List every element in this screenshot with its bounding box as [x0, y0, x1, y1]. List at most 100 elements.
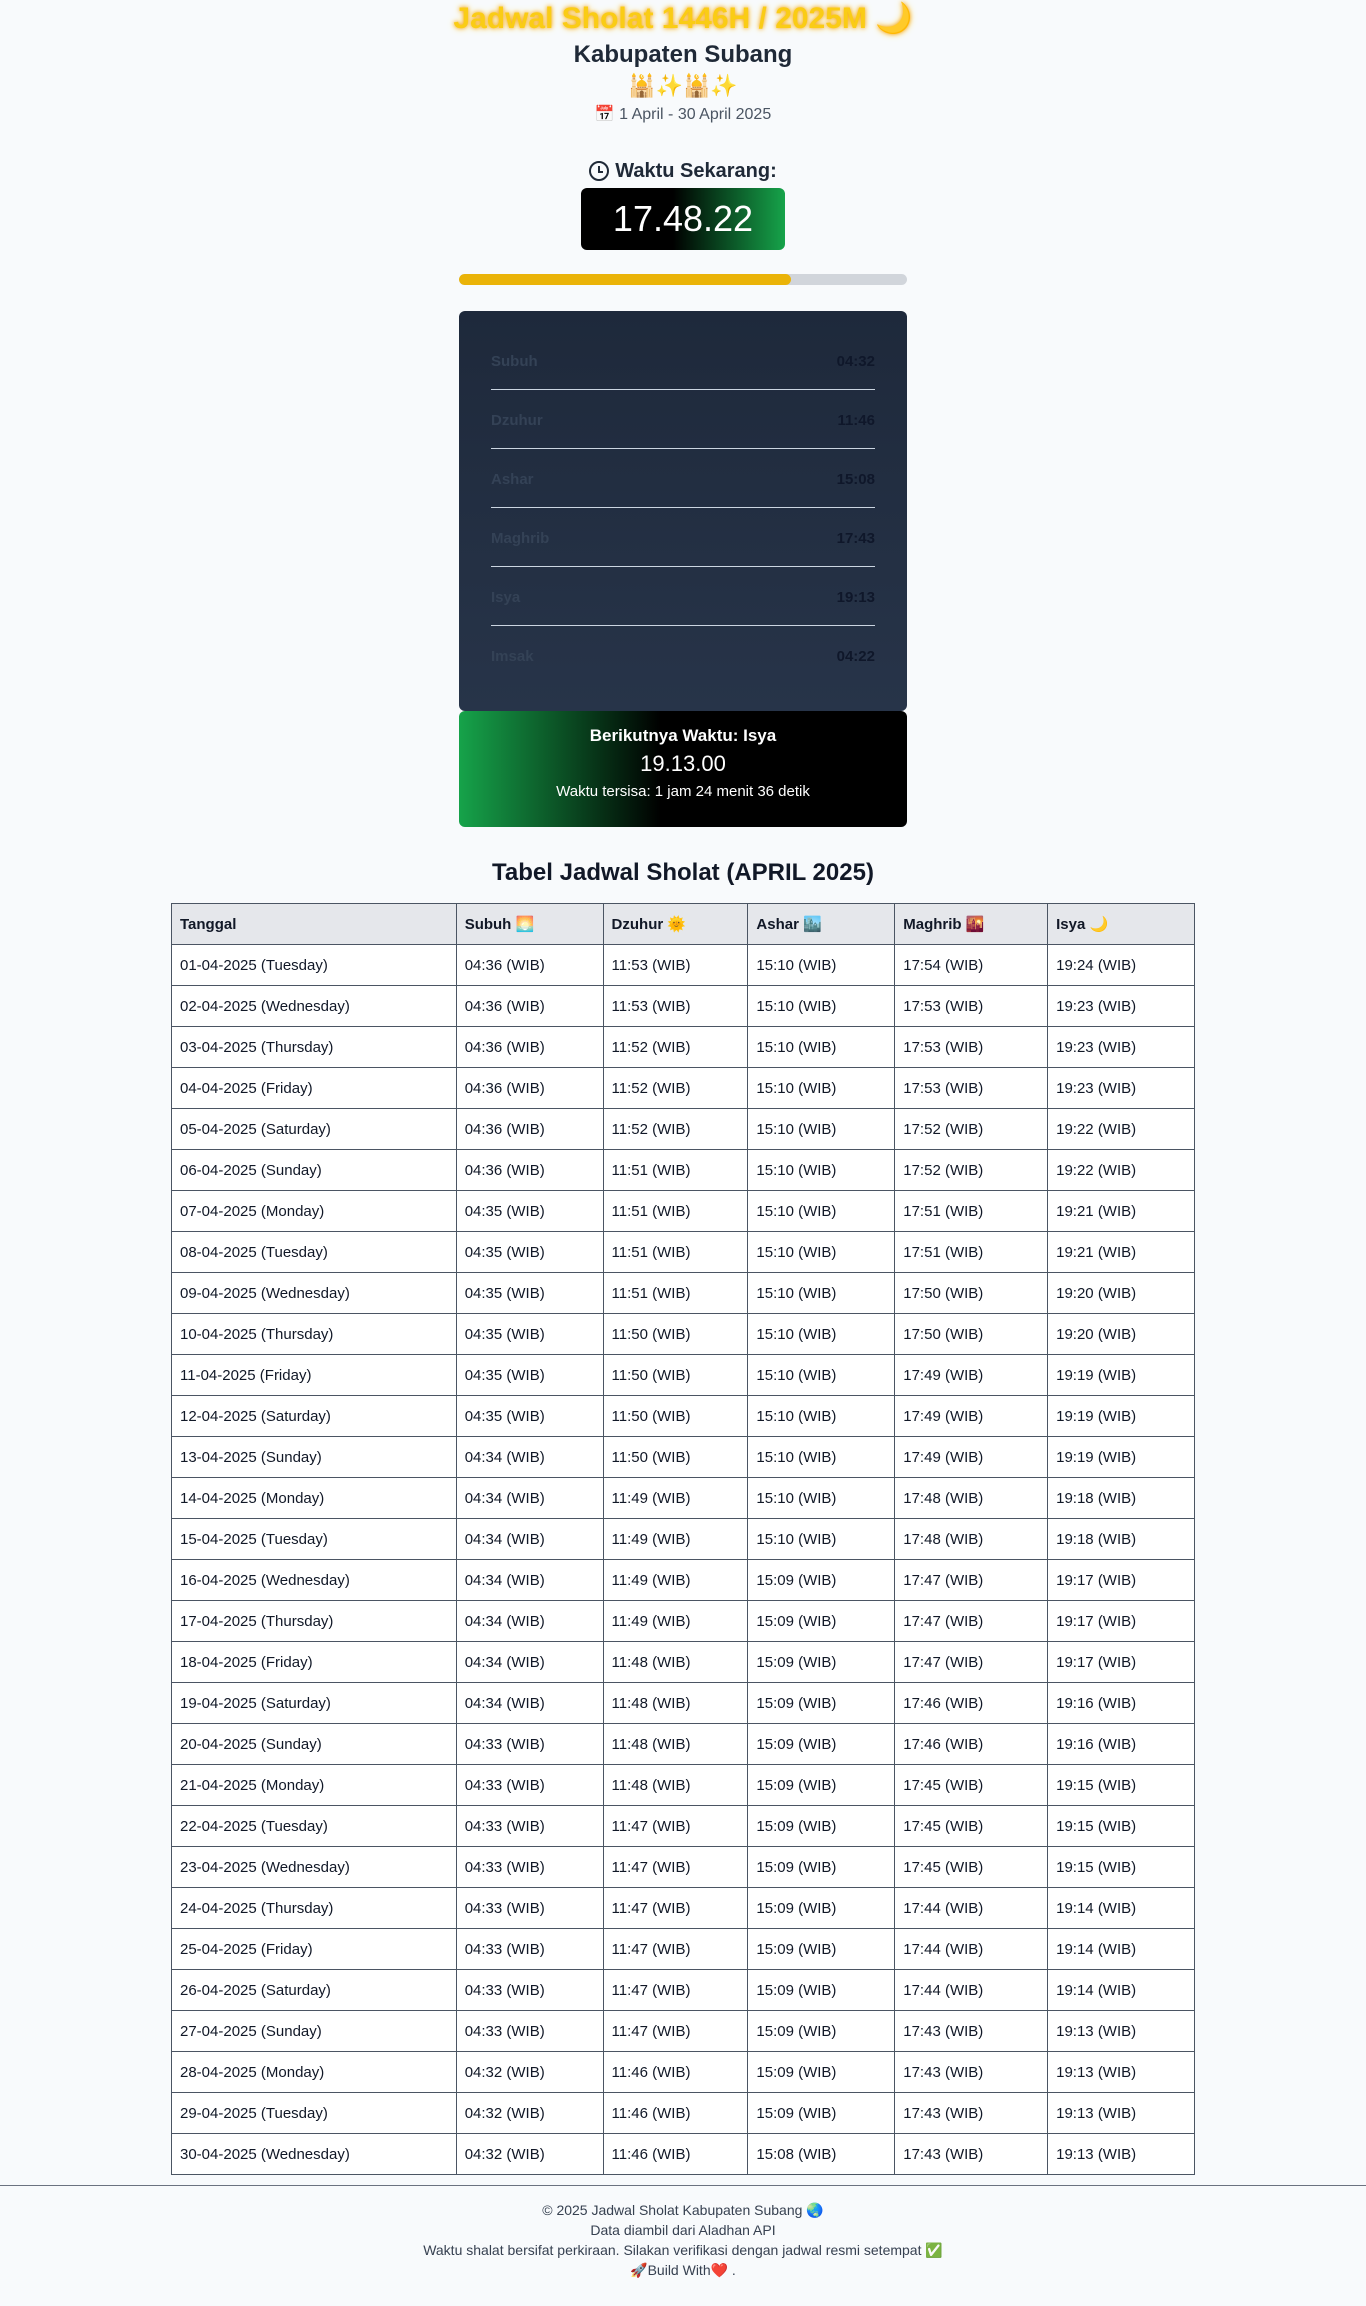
table-row: 21-04-2025 (Monday) 04:33 (WIB) 11:48 (WIB…	[171, 1764, 1195, 1806]
prayer-name: Maghrib	[491, 529, 550, 547]
table-cell: 19:13 (WIB)	[1047, 2092, 1195, 2134]
table-cell: 15:09 (WIB)	[747, 1559, 896, 1601]
table-cell: 04:35 (WIB)	[455, 1395, 604, 1437]
table-cell: 04:35 (WIB)	[455, 1190, 604, 1232]
footer-build: 🚀Build With❤️ .	[630, 2262, 736, 2278]
page: Jadwal Sholat 1446H / 2025M 🌙 Kabupaten …	[0, 0, 1366, 2280]
table-cell: 17:46 (WIB)	[894, 1682, 1049, 1724]
table-cell: 19:21 (WIB)	[1047, 1190, 1195, 1232]
header-isya: Isya 🌙	[1047, 903, 1195, 945]
table-cell: 19:20 (WIB)	[1047, 1313, 1195, 1355]
table-cell: 15:10 (WIB)	[747, 1313, 896, 1355]
current-time-display: 17.48.22	[581, 188, 785, 250]
table-row: 05-04-2025 (Saturday) 04:36 (WIB) 11:52 (W…	[171, 1108, 1195, 1150]
table-row: 25-04-2025 (Friday) 04:33 (WIB) 11:47 (WIB…	[171, 1928, 1195, 1970]
table-cell: 19:13 (WIB)	[1047, 2133, 1195, 2175]
table-cell: 17:43 (WIB)	[894, 2051, 1049, 2093]
table-cell: 15:09 (WIB)	[747, 1887, 896, 1929]
prayer-name: Subuh	[491, 352, 538, 370]
table-cell: 04:33 (WIB)	[455, 1928, 604, 1970]
table-cell: 15:09 (WIB)	[747, 1764, 896, 1806]
table-cell: 15:09 (WIB)	[747, 2092, 896, 2134]
prayer-time: 04:22	[836, 648, 875, 665]
table-cell: 04:36 (WIB)	[455, 944, 604, 986]
table-cell: 15:09 (WIB)	[747, 1805, 896, 1847]
table-row: 11-04-2025 (Friday) 04:35 (WIB) 11:50 (WIB…	[171, 1354, 1195, 1396]
table-cell: 17:53 (WIB)	[894, 1067, 1049, 1109]
table-cell: 12-04-2025 (Saturday)	[171, 1395, 457, 1437]
current-time-label: Waktu Sekarang:	[589, 156, 777, 186]
table-cell: 17:45 (WIB)	[894, 1764, 1049, 1806]
next-prayer-time: 19.13.00	[640, 751, 726, 776]
prayer-time-row: Maghrib 17:43	[491, 508, 875, 567]
table-cell: 11:46 (WIB)	[602, 2051, 749, 2093]
table-cell: 04:34 (WIB)	[455, 1682, 604, 1724]
table-cell: 04:33 (WIB)	[455, 1846, 604, 1888]
table-cell: 17:44 (WIB)	[894, 1928, 1049, 1970]
table-cell: 17:44 (WIB)	[894, 1969, 1049, 2011]
table-cell: 17:50 (WIB)	[894, 1272, 1049, 1314]
next-prayer-remaining: Waktu tersisa: 1 jam 24 menit 36 detik	[556, 783, 810, 800]
table-cell: 14-04-2025 (Monday)	[171, 1477, 457, 1519]
table-row: 01-04-2025 (Tuesday) 04:36 (WIB) 11:53 (WI…	[171, 944, 1195, 986]
table-cell: 04:36 (WIB)	[455, 1149, 604, 1191]
table-cell: 17:49 (WIB)	[894, 1436, 1049, 1478]
table-cell: 15:10 (WIB)	[747, 1231, 896, 1273]
table-cell: 13-04-2025 (Sunday)	[171, 1436, 457, 1478]
page-title: Jadwal Sholat 1446H / 2025M 🌙	[453, 2, 913, 35]
table-cell: 11:51 (WIB)	[602, 1190, 749, 1232]
table-cell: 05-04-2025 (Saturday)	[171, 1108, 457, 1150]
table-cell: 15:09 (WIB)	[747, 1641, 896, 1683]
table-row: 12-04-2025 (Saturday) 04:35 (WIB) 11:50 (W…	[171, 1395, 1195, 1437]
table-cell: 15:10 (WIB)	[747, 944, 896, 986]
table-row: 23-04-2025 (Wednesday) 04:33 (WIB) 11:47 (…	[171, 1846, 1195, 1888]
table-cell: 02-04-2025 (Wednesday)	[171, 985, 457, 1027]
table-cell: 11:51 (WIB)	[602, 1149, 749, 1191]
table-cell: 15:08 (WIB)	[747, 2133, 896, 2175]
table-cell: 19:14 (WIB)	[1047, 1969, 1195, 2011]
day-progress-bar	[459, 274, 907, 285]
table-cell: 11:48 (WIB)	[602, 1682, 749, 1724]
table-cell: 15:09 (WIB)	[747, 1846, 896, 1888]
table-cell: 19:17 (WIB)	[1047, 1641, 1195, 1683]
table-cell: 11:47 (WIB)	[602, 1805, 749, 1847]
prayer-time-row: Dzuhur 11:46	[491, 390, 875, 449]
header-dzuhur: Dzuhur 🌞	[602, 903, 749, 945]
table-cell: 28-04-2025 (Monday)	[171, 2051, 457, 2093]
table-cell: 04:32 (WIB)	[455, 2133, 604, 2175]
table-cell: 19:15 (WIB)	[1047, 1805, 1195, 1847]
table-cell: 19:18 (WIB)	[1047, 1477, 1195, 1519]
table-cell: 15:10 (WIB)	[747, 1354, 896, 1396]
prayer-name: Imsak	[491, 648, 534, 665]
next-prayer-label: Berikutnya Waktu: Isya	[589, 726, 777, 745]
table-cell: 11:50 (WIB)	[602, 1354, 749, 1396]
table-row: 24-04-2025 (Thursday) 04:33 (WIB) 11:47 (W…	[171, 1887, 1195, 1929]
table-cell: 11:47 (WIB)	[602, 1928, 749, 1970]
table-cell: 04:33 (WIB)	[455, 1764, 604, 1806]
table-cell: 03-04-2025 (Thursday)	[171, 1026, 457, 1068]
table-cell: 11:49 (WIB)	[602, 1600, 749, 1642]
table-cell: 17:43 (WIB)	[894, 2133, 1049, 2175]
table-cell: 10-04-2025 (Thursday)	[171, 1313, 457, 1355]
table-cell: 17:51 (WIB)	[894, 1190, 1049, 1232]
table-cell: 11:47 (WIB)	[602, 1846, 749, 1888]
table-cell: 17:49 (WIB)	[894, 1354, 1049, 1396]
table-cell: 17:53 (WIB)	[894, 985, 1049, 1027]
table-cell: 11:50 (WIB)	[602, 1436, 749, 1478]
table-cell: 11:48 (WIB)	[602, 1764, 749, 1806]
table-cell: 04:35 (WIB)	[455, 1231, 604, 1273]
table-cell: 15:09 (WIB)	[747, 1682, 896, 1724]
table-cell: 19:23 (WIB)	[1047, 985, 1195, 1027]
table-cell: 11:46 (WIB)	[602, 2092, 749, 2134]
table-cell: 15:10 (WIB)	[747, 1477, 896, 1519]
table-cell: 17:47 (WIB)	[894, 1600, 1049, 1642]
table-cell: 08-04-2025 (Tuesday)	[171, 1231, 457, 1273]
table-cell: 17:52 (WIB)	[894, 1108, 1049, 1150]
table-cell: 19:24 (WIB)	[1047, 944, 1195, 986]
table-cell: 17:51 (WIB)	[894, 1231, 1049, 1273]
table-cell: 04-04-2025 (Friday)	[171, 1067, 457, 1109]
table-cell: 04:32 (WIB)	[455, 2051, 604, 2093]
table-cell: 25-04-2025 (Friday)	[171, 1928, 457, 1970]
table-cell: 17:44 (WIB)	[894, 1887, 1049, 1929]
table-cell: 11:51 (WIB)	[602, 1272, 749, 1314]
